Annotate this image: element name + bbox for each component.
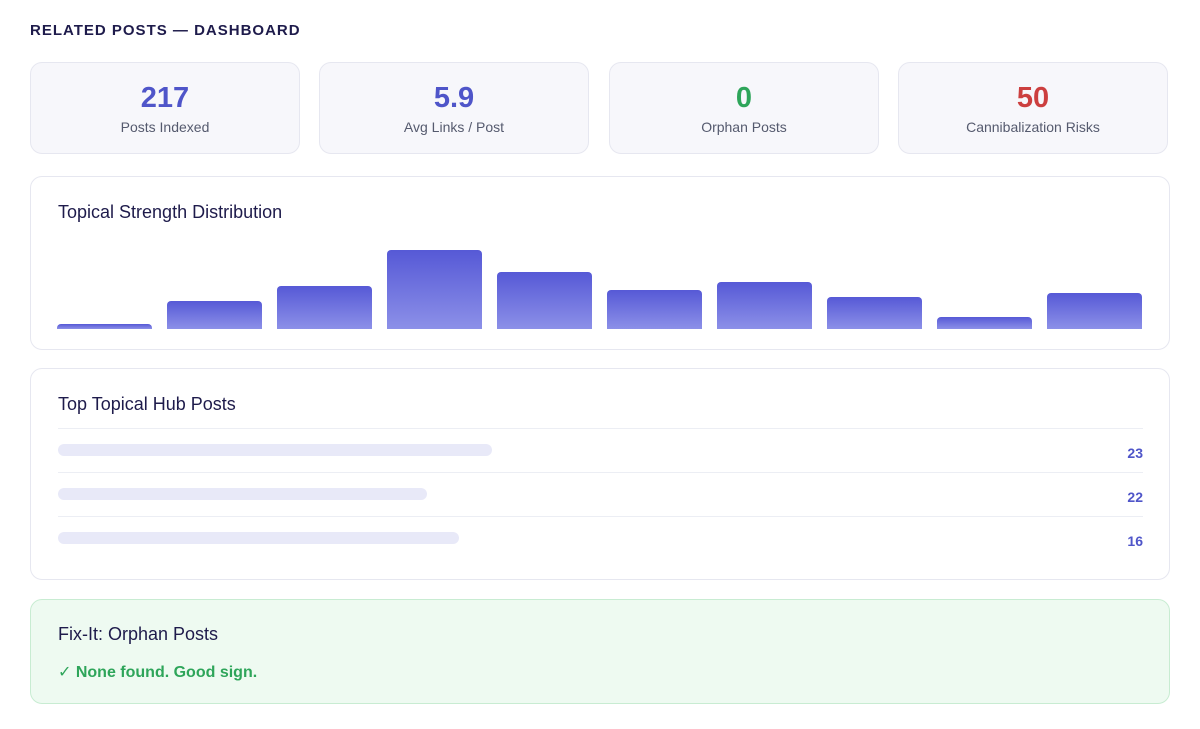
distribution-bar (827, 297, 922, 329)
distribution-bar (1047, 293, 1142, 329)
stat-label: Cannibalization Risks (966, 119, 1100, 135)
distribution-bar (277, 286, 372, 329)
fix-it-title: Fix-It: Orphan Posts (58, 624, 219, 644)
distribution-card: Topical Strength Distribution (30, 176, 1170, 350)
stat-card-orphan-posts: 0 Orphan Posts (609, 62, 879, 154)
list-item[interactable]: 22 (58, 472, 1143, 517)
stat-card-avg-links: 5.9 Avg Links / Post (319, 62, 589, 154)
distribution-bar (497, 272, 592, 329)
stat-card-posts-indexed: 217 Posts Indexed (30, 62, 300, 154)
distribution-title: Topical Strength Distribution (58, 202, 283, 222)
hub-post-placeholder (58, 444, 492, 456)
stat-label: Avg Links / Post (403, 119, 505, 135)
page-title: RELATED POSTS — DASHBOARD (30, 22, 301, 39)
hub-post-placeholder (58, 488, 427, 500)
hub-link-count: 22 (1127, 489, 1143, 505)
distribution-bar (937, 317, 1032, 329)
stat-card-cannibalization-risks: 50 Cannibalization Risks (898, 62, 1168, 154)
distribution-bar (717, 282, 812, 329)
stat-value: 50 (1016, 82, 1050, 114)
stat-label: Orphan Posts (701, 119, 787, 135)
stat-value: 0 (735, 82, 753, 114)
hub-posts-card: Top Topical Hub Posts 23 22 16 (30, 368, 1170, 580)
distribution-bar (57, 324, 152, 329)
list-item[interactable]: 16 (58, 516, 1143, 561)
fix-it-card: Fix-It: Orphan Posts ✓ None found. Good … (30, 599, 1170, 704)
hub-post-placeholder (58, 532, 459, 544)
list-item[interactable]: 23 (58, 428, 1143, 473)
stat-label: Posts Indexed (120, 119, 210, 135)
stat-value: 217 (140, 82, 190, 114)
distribution-bar (607, 290, 702, 329)
stat-value: 5.9 (433, 82, 475, 114)
hub-link-count: 16 (1127, 533, 1143, 549)
fix-it-message: ✓ None found. Good sign. (58, 664, 258, 681)
distribution-bar (387, 250, 482, 329)
hub-posts-title: Top Topical Hub Posts (58, 394, 236, 414)
distribution-bar (167, 301, 262, 329)
hub-link-count: 23 (1127, 445, 1143, 461)
